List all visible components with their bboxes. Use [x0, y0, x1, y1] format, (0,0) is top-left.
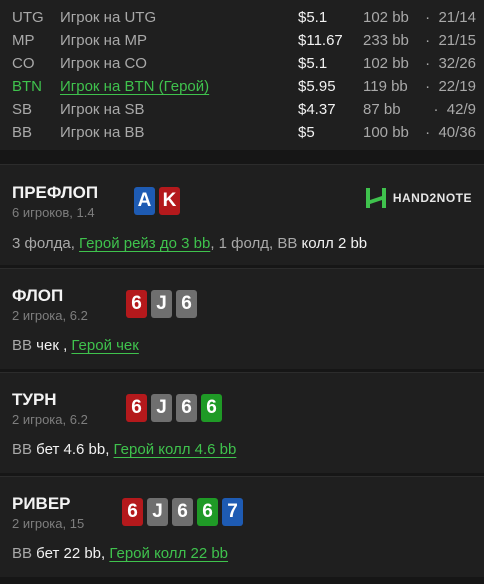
- player-position: BB: [12, 124, 33, 141]
- hand2note-logo-icon: [365, 188, 386, 208]
- player-row: MP Игрок на MP $11.67 233 bb · 21/15: [0, 29, 484, 52]
- action-text: колл 2 bb: [297, 235, 368, 252]
- action-text: ,: [105, 441, 114, 458]
- player-row-hero: BTN Игрок на BTN (Герой) $5.95 119 bb · …: [0, 75, 484, 98]
- card: 6: [172, 498, 193, 526]
- player-stack: $5.95: [298, 78, 336, 95]
- card: J: [147, 498, 168, 526]
- player-stats: · 32/26: [425, 55, 476, 72]
- street-title: ФЛОП: [12, 286, 64, 305]
- street-actions: 3 фолда, Герой рейз до 3 bb, 1 фолд, BB …: [12, 235, 367, 252]
- card: 6: [201, 394, 222, 422]
- street-title: РИВЕР: [12, 494, 71, 513]
- player-stats: · 21/14: [425, 9, 476, 26]
- player-stack: $4.37: [298, 101, 336, 118]
- card: 6: [126, 394, 147, 422]
- player-stack-bb: 233 bb: [363, 32, 409, 49]
- player-stack-bb: 102 bb: [363, 9, 409, 26]
- player-name-hero[interactable]: Игрок на BTN (Герой): [60, 75, 209, 98]
- street-subtitle: 2 игрока, 6.2: [12, 412, 88, 427]
- action-text: чек: [32, 337, 59, 354]
- player-name[interactable]: Игрок на CO: [60, 52, 147, 75]
- hero-action-link[interactable]: Герой чек: [71, 337, 138, 354]
- player-stack: $11.67: [298, 32, 343, 49]
- player-stack: $5.1: [298, 9, 328, 26]
- player-stack: $5.1: [298, 55, 328, 72]
- action-text: бет 4.6 bb: [32, 441, 106, 458]
- street-turn: ТУРН 2 игрока, 6.2 6 J 6 6 BB бет 4.6 bb…: [0, 372, 484, 473]
- players-table: UTG Игрок на UTG $5.1 102 bb · 21/14 MP …: [0, 0, 484, 150]
- card: 6: [197, 498, 218, 526]
- player-name[interactable]: Игрок на UTG: [60, 6, 156, 29]
- board-cards: 6 J 6 6 7: [122, 498, 243, 526]
- street-title: ПРЕФЛОП: [12, 183, 99, 202]
- player-row: CO Игрок на CO $5.1 102 bb · 32/26: [0, 52, 484, 75]
- street-river: РИВЕР 2 игрока, 15 6 J 6 6 7 BB бет 22 b…: [0, 476, 484, 577]
- card: 6: [176, 290, 197, 318]
- player-row: BB Игрок на BB $5 100 bb · 40/36: [0, 121, 484, 144]
- action-text: , 1 фолд,: [210, 235, 278, 252]
- street-actions: BB бет 22 bb, Герой колл 22 bb: [12, 545, 228, 562]
- player-name[interactable]: Игрок на BB: [60, 121, 144, 144]
- street-flop: ФЛОП 2 игрока, 6.2 6 J 6 BB чек , Герой …: [0, 268, 484, 369]
- player-row: UTG Игрок на UTG $5.1 102 bb · 21/14: [0, 6, 484, 29]
- player-stack-bb: 102 bb: [363, 55, 409, 72]
- action-player: BB: [12, 337, 33, 354]
- player-position: SB: [12, 101, 33, 118]
- player-stack-bb: 87 bb: [363, 101, 401, 118]
- player-stack-bb: 119 bb: [363, 78, 408, 95]
- player-position: BTN: [12, 78, 42, 95]
- player-position: MP: [12, 32, 35, 49]
- action-text: 3 фолда,: [12, 235, 80, 252]
- card: J: [151, 290, 172, 318]
- player-stats: · 40/36: [425, 124, 476, 141]
- player-row: SB Игрок на SB $4.37 87 bb · 42/9: [0, 98, 484, 121]
- card: 6: [126, 290, 147, 318]
- card: 6: [176, 394, 197, 422]
- player-stack: $5: [298, 124, 315, 141]
- card: K: [159, 187, 180, 215]
- player-stats: · 21/15: [425, 32, 476, 49]
- street-actions: BB бет 4.6 bb, Герой колл 4.6 bb: [12, 441, 236, 458]
- card: 6: [122, 498, 143, 526]
- action-player: BB: [12, 441, 33, 458]
- player-position: CO: [12, 55, 35, 72]
- board-cards: 6 J 6: [126, 290, 197, 318]
- hand2note-logo-text: HAND2NOTE: [392, 191, 472, 205]
- player-stats: · 22/19: [425, 78, 476, 95]
- street-subtitle: 6 игроков, 1.4: [12, 205, 95, 220]
- section-gap: [0, 150, 484, 164]
- action-text: ,: [58, 337, 72, 354]
- street-actions: BB чек , Герой чек: [12, 337, 139, 354]
- card: A: [134, 187, 155, 215]
- action-player: BB: [277, 235, 298, 252]
- hero-action-link[interactable]: Герой колл 4.6 bb: [114, 441, 237, 458]
- street-subtitle: 2 игрока, 6.2: [12, 308, 88, 323]
- board-cards: 6 J 6 6: [126, 394, 222, 422]
- hero-action-link[interactable]: Герой рейз до 3 bb: [79, 235, 210, 252]
- player-name[interactable]: Игрок на MP: [60, 29, 147, 52]
- player-position: UTG: [12, 9, 44, 26]
- card: J: [151, 394, 172, 422]
- action-text: бет 22 bb: [32, 545, 102, 562]
- street-title: ТУРН: [12, 390, 57, 409]
- hand2note-logo: HAND2NOTE: [365, 187, 472, 209]
- player-name[interactable]: Игрок на SB: [60, 98, 144, 121]
- hero-action-link[interactable]: Герой колл 22 bb: [109, 545, 228, 562]
- street-preflop: ПРЕФЛОП 6 игроков, 1.4 A K HAND2NOTE 3 ф…: [0, 164, 484, 265]
- player-stats: · 42/9: [433, 101, 476, 118]
- street-subtitle: 2 игрока, 15: [12, 516, 85, 531]
- hero-cards: A K: [134, 187, 180, 215]
- card: 7: [222, 498, 243, 526]
- action-player: BB: [12, 545, 33, 562]
- player-stack-bb: 100 bb: [363, 124, 409, 141]
